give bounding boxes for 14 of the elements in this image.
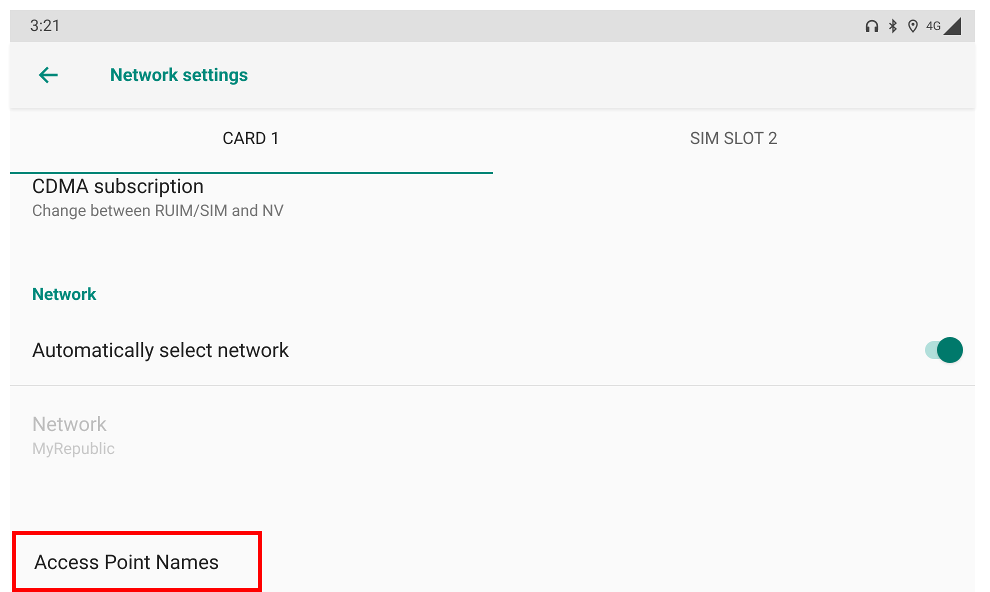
tab[interactable]: SIM SLOT 2 xyxy=(492,108,975,174)
setting-title[interactable]: Access Point Names xyxy=(34,546,220,576)
headphones-icon xyxy=(864,18,880,34)
toggle-switch[interactable] xyxy=(923,336,963,362)
network-type: 4G xyxy=(926,18,941,35)
setting-summary: Change between RUIM/SIM and NV xyxy=(32,200,285,222)
app-bar-title: Network settings xyxy=(110,64,248,88)
category-header: Network xyxy=(32,284,96,306)
setting-title: Automatically select network xyxy=(32,336,289,364)
signal-icon xyxy=(943,17,961,35)
tab[interactable]: CARD 1 xyxy=(10,108,492,174)
clock-time: 3:21 xyxy=(30,15,61,37)
location-pin-icon xyxy=(906,18,920,34)
setting-title[interactable]: CDMA subscription xyxy=(32,174,975,198)
